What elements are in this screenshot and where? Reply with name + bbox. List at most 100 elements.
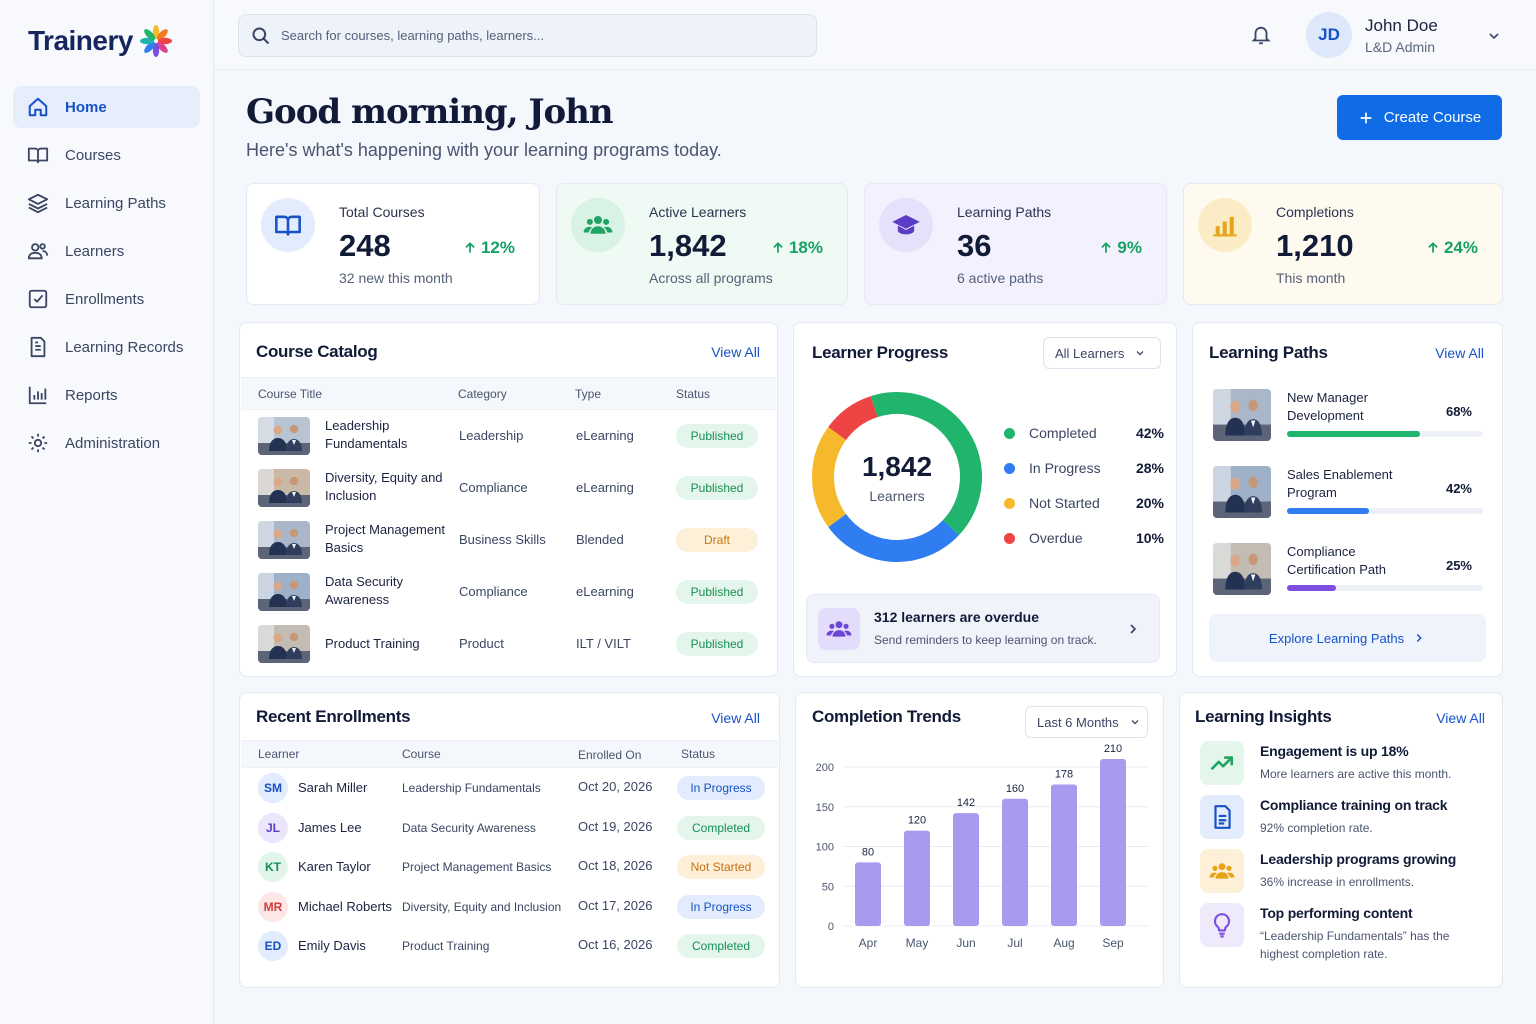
bell-icon[interactable] [1250, 24, 1272, 46]
sidebar-item-learning-paths[interactable]: Learning Paths [13, 182, 200, 224]
sidebar-item-home[interactable]: Home [13, 86, 200, 128]
view-all-link[interactable]: View All [711, 344, 760, 360]
table-row[interactable]: SM Sarah Miller Leadership Fundamentals Oct… [240, 773, 781, 811]
table-row[interactable]: MR Michael Roberts Diversity, Equity and I… [240, 891, 781, 930]
table-row[interactable]: KT Karen Taylor Project Management Basics O… [240, 852, 781, 890]
completion-trends-card: Completion Trends Last 6 Months 0 50 100 15… [795, 692, 1164, 988]
stat-value: 248 [339, 228, 391, 263]
insight-item[interactable]: Top performing content “Leadership Fundam… [1180, 903, 1504, 963]
stat-change: 12% [463, 238, 515, 258]
sidebar-item-learners[interactable]: Learners [13, 230, 200, 272]
learning-path-item[interactable]: Sales Enablement Program 42% [1181, 466, 1492, 524]
legend-dot [1004, 498, 1015, 509]
column-header: Course Title [258, 387, 323, 401]
stat-change: 24% [1426, 238, 1478, 258]
insight-item[interactable]: Compliance training on track 92% completi… [1180, 795, 1504, 845]
table-row[interactable]: Diversity, Equity and Inclusion Complianc… [240, 468, 777, 520]
legend-label: In Progress [1029, 460, 1101, 476]
x-tick-label: Jun [956, 936, 975, 950]
table-row[interactable]: Leadership Fundamentals Leadership eLearni… [240, 416, 777, 468]
sidebar-item-reports[interactable]: Reports [13, 374, 200, 416]
course-title: Diversity, Equity and Inclusion [325, 470, 443, 503]
users-icon [27, 243, 49, 260]
edit-check-icon [28, 289, 48, 309]
chevron-down-icon[interactable] [1486, 28, 1502, 44]
learner-name: Emily Davis [298, 938, 366, 953]
create-course-button[interactable]: Create Course [1337, 95, 1502, 140]
sidebar-item-courses[interactable]: Courses [13, 134, 200, 176]
course-type: eLearning [576, 480, 634, 495]
data-label: 120 [908, 815, 926, 827]
stat-sub: This month [1276, 270, 1346, 286]
path-name: New Manager Development [1287, 390, 1368, 423]
course-thumbnail [258, 521, 310, 559]
stat-sub: 6 active paths [957, 270, 1044, 286]
topbar: JD John Doe L&D Admin [215, 0, 1536, 70]
search-box[interactable] [238, 14, 817, 57]
course-catalog-card: Course Catalog View All Course Title Cat… [239, 322, 778, 677]
legend-dot [1004, 533, 1015, 544]
learning-path-item[interactable]: Compliance Certification Path 25% [1181, 543, 1492, 601]
table-row[interactable]: Product Training Product ILT / VILT Publish… [240, 624, 777, 676]
bar [855, 862, 881, 926]
x-tick-label: Apr [859, 936, 878, 950]
legend-dot [1004, 463, 1015, 474]
overdue-alert[interactable]: 312 learners are overdue Send reminders … [806, 594, 1160, 663]
enrollment-course: Project Management Basics [402, 860, 552, 874]
legend-item: Completed 42% [1004, 423, 1164, 443]
bar [1051, 784, 1077, 926]
data-label: 160 [1006, 783, 1024, 795]
x-tick-label: Aug [1053, 936, 1074, 950]
insight-item[interactable]: Engagement is up 18% More learners are ac… [1180, 741, 1504, 791]
insight-title: Compliance training on track [1260, 797, 1448, 813]
avatar: MR [258, 891, 288, 922]
learning-path-item[interactable]: New Manager Development 68% [1181, 389, 1492, 447]
app-logo[interactable]: Trainery [28, 24, 173, 58]
app-name: Trainery [28, 25, 133, 56]
stat-change-value: 24% [1443, 238, 1478, 257]
insight-text: “Leadership Fundamentals” has the highes… [1260, 929, 1450, 961]
course-category: Compliance [459, 480, 528, 495]
table-row[interactable]: Project Management Basics Business Skills… [240, 520, 777, 572]
course-thumbnail [258, 573, 310, 611]
course-type: Blended [576, 532, 624, 547]
legend-percent: 42% [1135, 425, 1164, 441]
sidebar-item-enrollments[interactable]: Enrollments [13, 278, 200, 320]
arrow-up-icon [1428, 242, 1438, 253]
recent-enrollments-card: Recent Enrollments View All Learner Cour… [239, 692, 780, 988]
status-badge: Published [676, 580, 758, 604]
sidebar-item-label: Reports [65, 386, 118, 404]
sidebar: Trainery Home Courses Learning Paths Lea… [0, 0, 214, 1024]
avatar: KT [258, 852, 288, 882]
insight-item[interactable]: Leadership programs growing 36% increase … [1180, 849, 1504, 899]
path-percent: 25% [1445, 558, 1472, 573]
path-percent: 68% [1445, 404, 1472, 419]
learner-filter-dropdown[interactable]: All Learners [1043, 337, 1161, 369]
sidebar-item-label: Learning Records [65, 338, 184, 356]
stat-sub: 32 new this month [339, 270, 453, 286]
column-header: Status [676, 387, 711, 401]
table-row[interactable]: ED Emily Davis Product Training Oct 16, 202… [240, 931, 781, 969]
stat-change-value: 9% [1117, 238, 1142, 257]
card-title: Completion Trends [812, 707, 961, 726]
bar [953, 813, 979, 926]
document-icon [30, 336, 46, 358]
stat-label: Learning Paths [957, 204, 1052, 220]
table-row[interactable]: Data Security Awareness Compliance eLearni… [240, 572, 777, 624]
create-course-label: Create Course [1383, 109, 1482, 126]
sidebar-item-administration[interactable]: Administration [13, 422, 200, 464]
sidebar-item-label: Courses [65, 146, 121, 164]
trend-range-dropdown[interactable]: Last 6 Months [1025, 706, 1148, 738]
search-icon [252, 27, 270, 44]
status-badge: Draft [676, 528, 758, 552]
y-tick-label: 50 [822, 881, 834, 893]
table-row[interactable]: JL James Lee Data Security Awareness Oct 19… [240, 812, 781, 851]
sidebar-item-label: Enrollments [65, 290, 145, 308]
stat-card-active-learners: Active Learners 1,842 18% Across all pro… [556, 183, 848, 305]
path-thumbnail [1213, 543, 1271, 595]
search-input[interactable] [281, 28, 761, 43]
insight-text: More learners are active this month. [1260, 767, 1452, 781]
users-icon [1200, 849, 1244, 893]
sidebar-item-learning-records[interactable]: Learning Records [13, 326, 200, 368]
avatar[interactable]: JD [1306, 12, 1352, 58]
